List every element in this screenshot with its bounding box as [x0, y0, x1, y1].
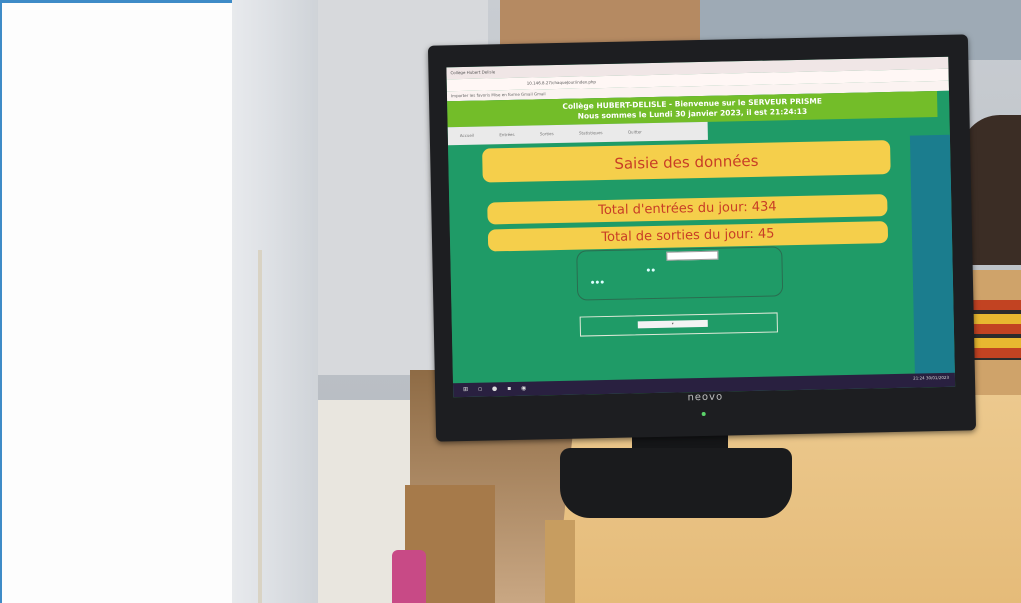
nav-item-quitter[interactable]: Quitter	[628, 129, 642, 134]
door-frame	[228, 0, 318, 603]
monitor: Collège Hubert Delisle 10.146.8.27/chaqu…	[427, 34, 977, 442]
nav-item-sorties[interactable]: Sorties	[540, 131, 554, 136]
nav-item-statistiques[interactable]: Statistiques	[579, 130, 603, 135]
class-select[interactable]: ▾	[637, 319, 708, 329]
side-panel	[909, 134, 955, 374]
total-entrees-badge: Total d'entrées du jour: 434	[487, 194, 888, 225]
tab-title[interactable]: Collège Hubert Delisle	[450, 69, 495, 75]
direction-radios[interactable]: ● ●	[647, 267, 655, 272]
desk-edge	[545, 520, 575, 603]
url-text[interactable]: 10.146.8.27/chaqueJour/index.php	[527, 79, 596, 85]
power-led-icon	[701, 411, 706, 417]
student-id-input[interactable]	[666, 250, 719, 261]
nav-item-entrees[interactable]: Entrées	[499, 132, 514, 137]
monitor-stand-base	[560, 448, 792, 518]
spray-bottle	[392, 550, 426, 603]
screen: Collège Hubert Delisle 10.146.8.27/chaqu…	[446, 56, 956, 398]
total-sorties-badge: Total de sorties du jour: 45	[487, 221, 889, 252]
bookmarks-text[interactable]: Importer les favoris Mise en forme Gmail…	[451, 91, 546, 98]
nav-item-accueil[interactable]: Accueil	[460, 133, 474, 138]
white-panel	[0, 0, 232, 603]
cable	[258, 250, 262, 603]
web-page: Collège HUBERT-DELISLE - Bienvenue sur l…	[447, 90, 955, 384]
page-title: Saisie des données	[482, 140, 891, 183]
